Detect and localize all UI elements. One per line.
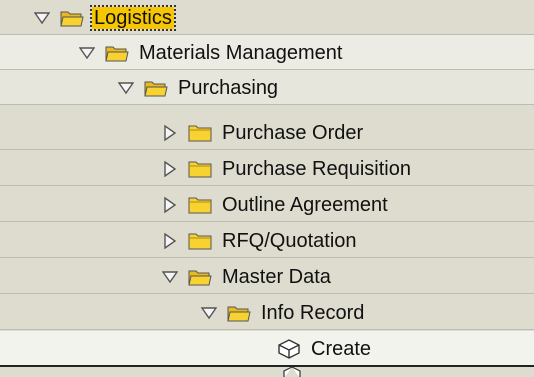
tree-label-info-record[interactable]: Info Record (259, 302, 366, 324)
cube-icon (278, 338, 300, 359)
tree-node-purchase-requisition[interactable]: Purchase Requisition (162, 151, 413, 186)
tree-row-outline-agreement[interactable]: Outline Agreement (0, 187, 534, 222)
expand-triangle-right-icon[interactable] (162, 124, 178, 141)
tree-node-master-data[interactable]: Master Data (162, 259, 333, 294)
closed-folder-icon (188, 161, 212, 177)
expand-triangle-down-icon[interactable] (118, 80, 134, 96)
tree-label-logistics[interactable]: Logistics (90, 4, 176, 31)
closed-folder-icon (188, 125, 212, 141)
expand-triangle-right-icon[interactable] (162, 160, 178, 177)
tree-label-purchase-requisition[interactable]: Purchase Requisition (220, 158, 413, 180)
tree-row-purchase-order[interactable]: Purchase Order (0, 115, 534, 150)
tree-label-master-data[interactable]: Master Data (220, 266, 333, 288)
tree-row-purchasing[interactable]: Purchasing (0, 70, 534, 105)
tree-row-rfq-quotation[interactable]: RFQ/Quotation (0, 223, 534, 258)
open-folder-icon (60, 11, 84, 26)
expand-triangle-down-icon[interactable] (201, 305, 217, 321)
tree-node-purchase-order[interactable]: Purchase Order (162, 115, 365, 150)
tree-row-materials-management[interactable]: Materials Management (0, 35, 534, 70)
open-folder-icon (105, 46, 129, 61)
open-folder-icon (144, 81, 168, 96)
tree-label-create[interactable]: Create (309, 338, 373, 360)
expand-triangle-down-icon[interactable] (162, 269, 178, 285)
tree-node-rfq-quotation[interactable]: RFQ/Quotation (162, 223, 359, 258)
tree-row-info-record[interactable]: Info Record (0, 295, 534, 330)
menu-tree: Logistics Materials Management Purchasin… (0, 0, 534, 377)
tree-node-materials-management[interactable]: Materials Management (79, 35, 344, 70)
tree-label-purchase-order[interactable]: Purchase Order (220, 122, 365, 144)
expand-triangle-down-icon[interactable] (34, 10, 50, 26)
tree-row-master-data[interactable]: Master Data (0, 259, 534, 294)
cube-icon (283, 366, 301, 377)
expand-triangle-right-icon[interactable] (162, 232, 178, 249)
tree-node-create[interactable]: Create (277, 331, 373, 366)
expand-triangle-right-icon[interactable] (162, 196, 178, 213)
tree-row-create[interactable]: Create (0, 331, 534, 367)
tree-label-outline-agreement[interactable]: Outline Agreement (220, 194, 390, 216)
expand-triangle-down-icon[interactable] (79, 45, 95, 61)
tree-node-logistics[interactable]: Logistics (34, 0, 176, 35)
tree-row-purchase-requisition[interactable]: Purchase Requisition (0, 151, 534, 186)
tree-label-purchasing[interactable]: Purchasing (176, 77, 280, 99)
closed-folder-icon (188, 233, 212, 249)
tree-label-materials-management[interactable]: Materials Management (137, 42, 344, 64)
tree-row-logistics[interactable]: Logistics (0, 0, 534, 35)
tree-node-info-record[interactable]: Info Record (201, 295, 366, 330)
open-folder-icon (227, 306, 251, 321)
tree-label-rfq-quotation[interactable]: RFQ/Quotation (220, 230, 359, 252)
tree-node-purchasing[interactable]: Purchasing (118, 70, 280, 105)
tree-node-outline-agreement[interactable]: Outline Agreement (162, 187, 390, 222)
open-folder-icon (188, 270, 212, 285)
closed-folder-icon (188, 197, 212, 213)
